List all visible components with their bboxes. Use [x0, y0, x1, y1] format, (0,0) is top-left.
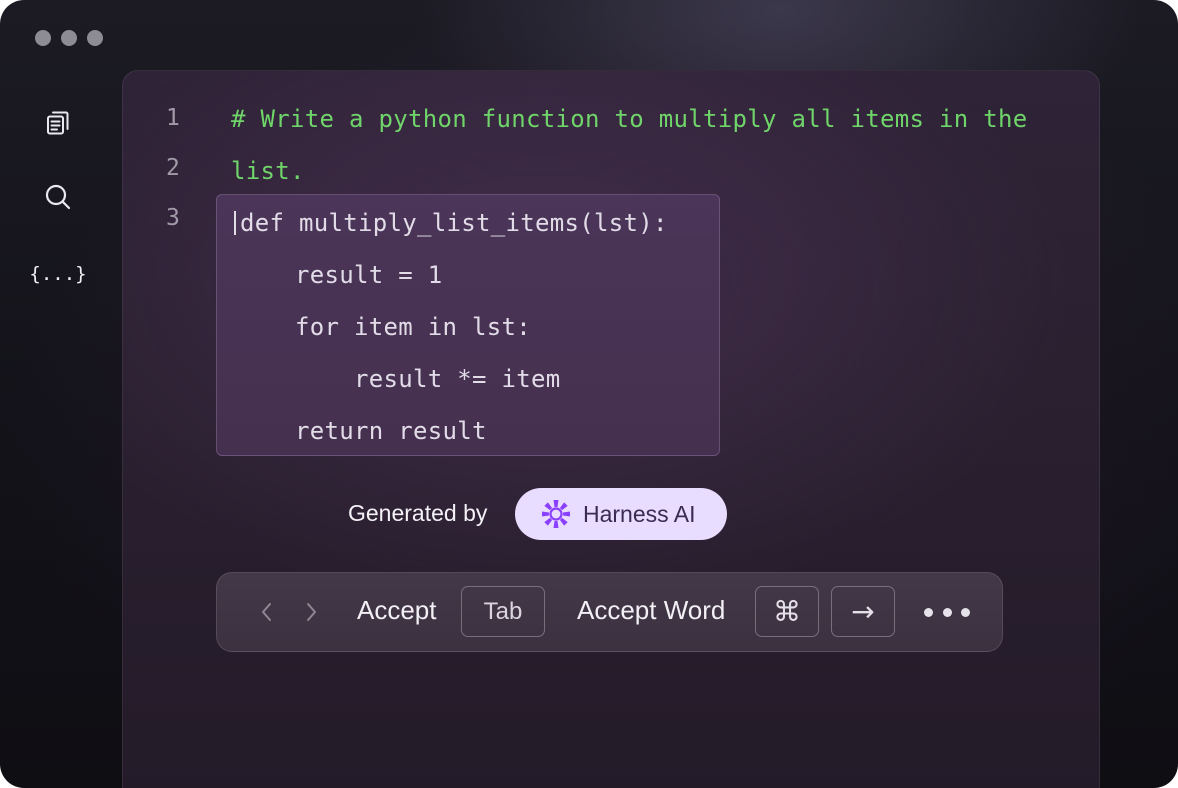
harness-ai-label: Harness AI — [583, 500, 696, 527]
previous-suggestion-button[interactable] — [254, 599, 280, 625]
window-maximize-button[interactable] — [87, 30, 103, 46]
window-close-button[interactable] — [35, 30, 51, 46]
sidebar-item-files[interactable] — [38, 103, 78, 143]
code-comment-line[interactable]: # Write a python function to multiply al… — [231, 105, 1027, 133]
accept-label[interactable]: Accept — [357, 595, 437, 626]
suggestion-line: result *= item — [236, 365, 561, 393]
chevron-right-icon — [307, 603, 316, 621]
copy-icon — [47, 111, 69, 135]
line-number: 2 — [166, 155, 180, 181]
more-options-button[interactable] — [924, 600, 970, 624]
window-controls — [35, 30, 103, 46]
code-comment-line[interactable]: list. — [231, 157, 305, 185]
arrow-right-key[interactable]: → — [831, 586, 895, 637]
text-cursor — [234, 211, 236, 235]
suggestion-line: result = 1 — [236, 261, 443, 289]
command-icon: ⌘ — [773, 595, 801, 628]
harness-ai-badge: Harness AI — [515, 488, 727, 540]
line-number: 3 — [166, 205, 180, 231]
suggestion-line: return result — [236, 417, 487, 445]
accept-word-label[interactable]: Accept Word — [577, 595, 725, 626]
line-number: 1 — [166, 105, 180, 131]
search-icon — [45, 184, 71, 210]
arrow-right-icon: → — [851, 595, 875, 628]
more-icon — [924, 607, 933, 617]
window-minimize-button[interactable] — [61, 30, 77, 46]
chevron-left-icon — [262, 603, 271, 621]
generated-by-label: Generated by — [348, 500, 488, 526]
app-window: {...} 1 2 3 # Write a python function to… — [0, 0, 1178, 788]
braces-icon: {...} — [29, 263, 87, 285]
accept-tab-key[interactable]: Tab — [461, 586, 545, 637]
sidebar-item-search[interactable] — [38, 177, 78, 217]
suggestion-line: def multiply_list_items(lst): — [234, 209, 668, 237]
suggestion-line: for item in lst: — [236, 313, 531, 341]
harness-logo-icon — [542, 500, 570, 528]
command-key[interactable]: ⌘ — [755, 586, 819, 637]
sidebar-item-snippets[interactable]: {...} — [29, 254, 86, 294]
next-suggestion-button[interactable] — [298, 599, 324, 625]
